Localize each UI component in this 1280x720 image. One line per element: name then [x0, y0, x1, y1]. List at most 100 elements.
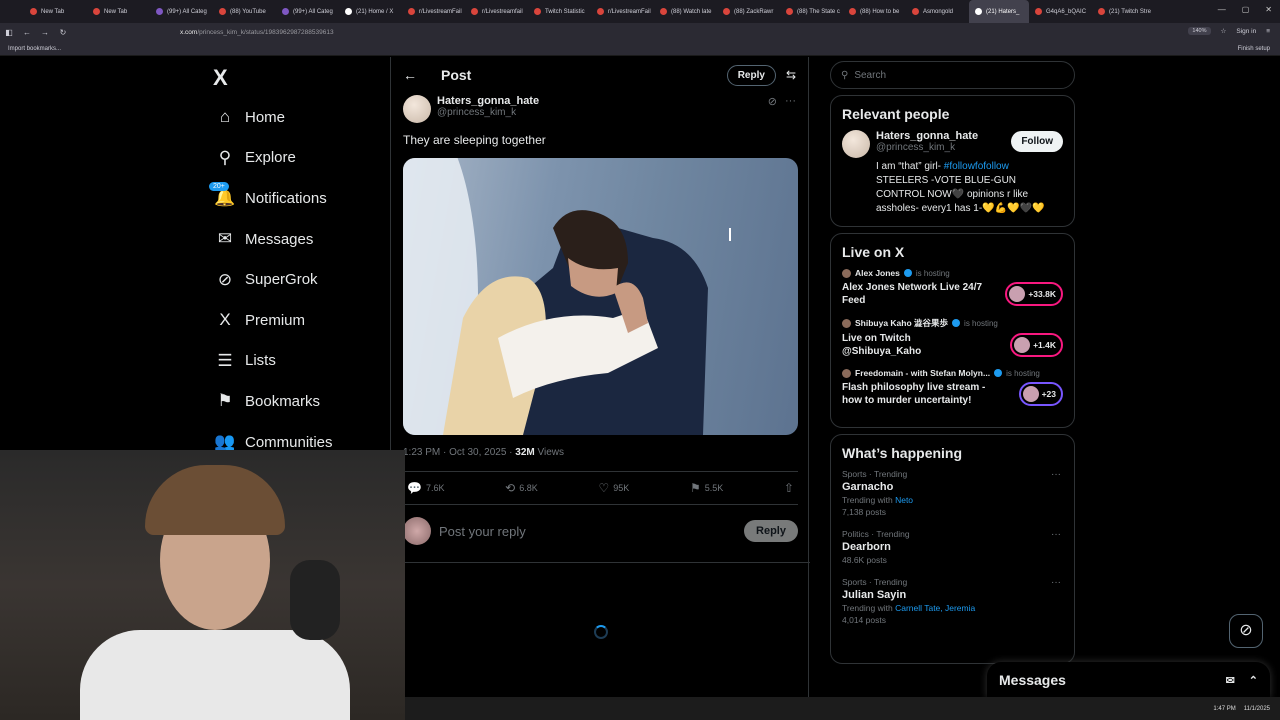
more-options-icon[interactable]: ··· — [1051, 577, 1061, 588]
x-logo-icon[interactable]: X — [213, 65, 228, 91]
page-title: Post — [441, 67, 472, 83]
browser-tab[interactable]: (99+) All Categ — [150, 0, 213, 23]
trend-item[interactable]: Sports · Trending Garnacho Trending with N… — [842, 469, 1063, 517]
browser-tab[interactable]: New Tab — [24, 0, 87, 23]
trend-item[interactable]: Sports · Trending Julian Sayin Trending wi… — [842, 577, 1063, 625]
finish-setup-link[interactable]: Finish setup — [1238, 46, 1270, 52]
new-message-icon[interactable]: ✉ — [1226, 674, 1235, 687]
url-bar[interactable]: x.com/princess_kim_k/status/198396298728… — [180, 29, 334, 36]
more-options-icon[interactable]: ··· — [1051, 529, 1061, 540]
tab-label: (21) Twitch Stre — [1109, 8, 1151, 15]
browser-tab[interactable]: (88) The State c — [780, 0, 843, 23]
maximize-icon[interactable]: ▢ — [1242, 5, 1250, 14]
webcam-hair — [145, 465, 285, 535]
live-item[interactable]: Shibuya Kaho 澁谷果歩 is hosting Live on Twitc… — [842, 317, 1063, 358]
browser-tab[interactable]: New Tab — [87, 0, 150, 23]
trend-with-link[interactable]: Neto — [895, 495, 913, 505]
close-window-icon[interactable]: ✕ — [1265, 5, 1272, 14]
trend-category: Politics · Trending — [842, 529, 910, 539]
sidebar-item-lists[interactable]: ☰ Lists — [205, 341, 333, 382]
mouse-cursor — [729, 228, 738, 241]
browser-tab[interactable]: (21) Twitch Stre — [1092, 0, 1155, 23]
sidebar-item-bookmarks[interactable]: ⚑ Bookmarks — [205, 381, 333, 422]
person-name[interactable]: Haters_gonna_hate — [876, 130, 1011, 142]
like-action[interactable]: ♡ 95K — [598, 481, 629, 495]
author-handle[interactable]: @princess_kim_k — [437, 107, 539, 118]
search-input[interactable]: ⚲ Search — [830, 61, 1075, 89]
sidebar-item-explore[interactable]: ⚲ Explore — [205, 138, 333, 179]
post-text: They are sleeping together — [403, 133, 546, 147]
trend-with-link[interactable]: Carnell Tate, Jeremia — [895, 603, 975, 613]
sidebar-item-premium[interactable]: X Premium — [205, 300, 333, 341]
listener-count[interactable]: +33.8K — [1005, 282, 1063, 306]
reload-icon[interactable]: ↻ — [54, 28, 72, 37]
tab-label: (21) Home / X — [356, 8, 394, 15]
forward-icon[interactable]: → — [36, 28, 54, 37]
avatar[interactable] — [842, 130, 870, 158]
more-options-icon[interactable]: ··· — [785, 95, 796, 127]
browser-tab[interactable]: (99+) All Categ — [276, 0, 339, 23]
bio-hashtag[interactable]: #followfofollow — [944, 161, 1009, 172]
reply-submit-button[interactable]: Reply — [744, 520, 798, 542]
verified-icon — [994, 369, 1003, 377]
live-item[interactable]: Freedomain - with Stefan Molyn... is host… — [842, 368, 1063, 407]
follow-button[interactable]: Follow — [1011, 131, 1063, 152]
divider — [391, 562, 810, 563]
zoom-level[interactable]: 140% — [1188, 27, 1211, 35]
tab-favicon-icon — [912, 8, 919, 15]
reply-icon: 💬 — [407, 481, 422, 495]
trend-post-count: 7,138 posts — [842, 507, 886, 517]
my-avatar[interactable] — [403, 517, 431, 545]
sidebar-item-home[interactable]: ⌂ Home — [205, 97, 333, 138]
browser-tab[interactable]: r/Livestreamfail — [465, 0, 528, 23]
minimize-icon[interactable]: — — [1218, 5, 1226, 14]
back-icon[interactable]: ← — [18, 28, 36, 37]
trend-category: Sports · Trending — [842, 469, 908, 479]
author-display-name[interactable]: Haters_gonna_hate — [437, 95, 539, 107]
browser-tab[interactable]: (88) How to be — [843, 0, 906, 23]
trend-item[interactable]: Politics · Trending Dearborn 48.6K posts ··… — [842, 529, 1063, 565]
browser-tab[interactable]: (21) Haters_ — [969, 0, 1029, 23]
messages-dock[interactable]: Messages ✉ ⌃ — [987, 662, 1270, 698]
adjust-icon[interactable]: ⇆ — [786, 68, 796, 82]
browser-tab[interactable]: (88) Watch late — [654, 0, 717, 23]
taskbar-time: 1:47 PM — [1213, 705, 1236, 712]
sign-in-button[interactable]: Sign in — [1236, 28, 1256, 35]
menu-icon[interactable]: ≡ — [1266, 28, 1270, 35]
person-handle[interactable]: @princess_kim_k — [876, 142, 1011, 153]
share-action[interactable]: ⇧ — [784, 481, 794, 495]
live-item[interactable]: Alex Jones is hosting Alex Jones Network L… — [842, 268, 1063, 307]
reply-header-button[interactable]: Reply — [726, 64, 776, 86]
sidebar-item-label: Bookmarks — [245, 392, 321, 410]
listener-count[interactable]: +23 — [1018, 382, 1063, 406]
browser-tab[interactable]: (21) Home / X — [339, 0, 402, 23]
import-bookmarks-link[interactable]: Import bookmarks... — [8, 46, 61, 52]
grok-icon[interactable]: ⊘ — [768, 95, 777, 127]
back-arrow-icon[interactable]: ← — [403, 67, 441, 83]
post-time[interactable]: 1:23 PM · Oct 30, 2025 · — [403, 447, 515, 458]
sidebar-item-messages[interactable]: ✉ Messages — [205, 219, 333, 260]
repost-action[interactable]: ⟲ 6.8K — [505, 481, 538, 495]
host-name: Shibuya Kaho 澁谷果歩 — [855, 318, 949, 328]
post-image[interactable] — [403, 158, 798, 435]
grok-button[interactable]: ⊘ — [1229, 614, 1263, 648]
sidebar-toggle-icon[interactable]: ◧ — [0, 28, 18, 37]
browser-tab[interactable]: Asmongold — [906, 0, 969, 23]
sidebar-item-notifications[interactable]: 🔔 20+ Notifications — [205, 178, 333, 219]
expand-icon[interactable]: ⌃ — [1249, 674, 1258, 687]
more-options-icon[interactable]: ··· — [1051, 469, 1061, 480]
browser-tab[interactable]: G4qA6_bQAIC — [1029, 0, 1092, 23]
listener-count[interactable]: +1.4K — [1010, 333, 1063, 357]
browser-tab[interactable]: r/LivestreamFail — [402, 0, 465, 23]
reply-action[interactable]: 💬 7.6K — [407, 481, 444, 495]
bookmark-star-icon[interactable]: ☆ — [1221, 27, 1227, 35]
browser-tab[interactable]: r/LivestreamFail — [591, 0, 654, 23]
avatar[interactable] — [403, 95, 431, 123]
browser-tab[interactable]: (88) YouTube — [213, 0, 276, 23]
bookmark-action[interactable]: ⚑ 5.5K — [690, 481, 723, 495]
sidebar-item-supergrok[interactable]: ⊘ SuperGrok — [205, 259, 333, 300]
browser-tab[interactable]: (88) ZackRawr — [717, 0, 780, 23]
reply-input[interactable]: Post your reply — [439, 524, 526, 539]
browser-tab[interactable]: Twitch Statistic — [528, 0, 591, 23]
home-icon: ⌂ — [219, 107, 231, 127]
